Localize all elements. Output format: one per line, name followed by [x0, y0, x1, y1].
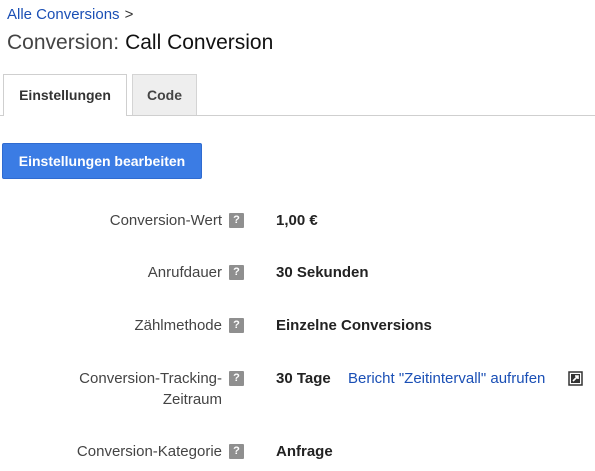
breadcrumb-all-conversions-link[interactable]: Alle Conversions	[7, 6, 120, 23]
external-link-icon[interactable]	[568, 371, 583, 386]
edit-settings-button[interactable]: Einstellungen bearbeiten	[2, 143, 202, 179]
tab-code[interactable]: Code	[132, 74, 197, 115]
setting-value-tracking-window: 30 Tage	[276, 370, 331, 387]
help-icon[interactable]: ?	[229, 265, 244, 280]
time-lag-report-link[interactable]: Bericht "Zeitintervall" aufrufen	[348, 369, 545, 389]
setting-label-tracking-window-line1: Conversion-Tracking-	[79, 370, 222, 387]
setting-value-call-duration: 30 Sekunden	[276, 264, 369, 281]
setting-label-conversion-category: Conversion-Kategorie	[76, 443, 222, 460]
breadcrumb: Alle Conversions >	[7, 6, 133, 24]
help-icon[interactable]: ?	[229, 444, 244, 459]
help-icon[interactable]: ?	[229, 213, 244, 228]
page-title: Conversion: Call Conversion	[7, 30, 273, 56]
setting-label-conversion-value: Conversion-Wert	[109, 212, 222, 229]
setting-value-conversion-value: 1,00 €	[276, 212, 318, 229]
page-title-prefix: Conversion:	[7, 31, 120, 54]
page-title-conversion-name: Call Conversion	[125, 31, 274, 54]
setting-label-tracking-window-line2: Zeitraum	[162, 391, 222, 408]
setting-value-conversion-category: Anfrage	[276, 443, 333, 460]
help-icon[interactable]: ?	[229, 371, 244, 386]
tab-einstellungen[interactable]: Einstellungen	[3, 74, 127, 116]
setting-label-counting-method: Zählmethode	[134, 317, 222, 334]
help-icon[interactable]: ?	[229, 318, 244, 333]
setting-value-counting-method: Einzelne Conversions	[276, 317, 432, 334]
setting-label-call-duration: Anrufdauer	[147, 264, 222, 281]
breadcrumb-separator: >	[124, 6, 134, 23]
